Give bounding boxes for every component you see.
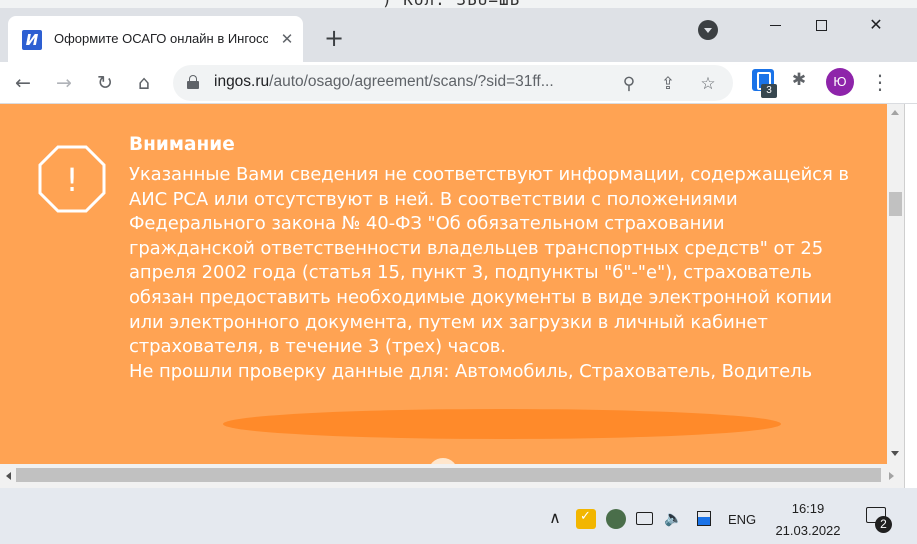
notice-body: Указанные Вами сведения не соответствуют… [129, 163, 854, 384]
extensions-puzzle-icon[interactable]: ✱ [789, 70, 809, 90]
new-tab-button[interactable]: + [320, 24, 348, 52]
extension-badge: 3 [761, 84, 777, 98]
scroll-up-arrow-icon[interactable] [891, 110, 899, 115]
forward-button[interactable]: → [51, 70, 77, 96]
browser-menu-icon[interactable]: ⋮ [868, 68, 892, 96]
minimize-button[interactable] [752, 8, 798, 42]
scroll-left-arrow-icon[interactable] [6, 472, 11, 480]
maximize-icon [815, 20, 827, 31]
scroll-down-arrow-icon[interactable] [891, 451, 899, 456]
url-host: ingos.ru [214, 73, 270, 90]
notifications-button[interactable]: 2 [866, 507, 892, 533]
redaction-mark [223, 409, 781, 439]
warning-octagon-icon: ! [38, 145, 106, 213]
vertical-scroll-thumb[interactable] [889, 192, 902, 216]
address-url[interactable]: ingos.ru/auto/osago/agreement/scans/?sid… [214, 73, 604, 91]
minimize-icon [769, 24, 781, 27]
horizontal-scroll-thumb[interactable] [16, 468, 881, 482]
clock-date[interactable]: 21.03.2022 [770, 523, 846, 538]
notice-check-failed: Не прошли проверку данные для: Автомобил… [129, 360, 813, 382]
back-button[interactable]: ← [10, 70, 36, 96]
notice-title: Внимание [129, 134, 235, 155]
tray-globe-icon[interactable] [606, 509, 626, 529]
language-indicator[interactable]: ENG [728, 512, 756, 527]
warning-exclamation: ! [66, 161, 79, 199]
network-icon[interactable] [636, 512, 653, 525]
tab-close-icon[interactable]: ✕ [278, 30, 296, 48]
lock-icon[interactable] [187, 75, 199, 89]
clock-time[interactable]: 16:19 [788, 501, 828, 516]
notification-count: 2 [875, 516, 892, 533]
zoom-icon[interactable]: ⚲ [618, 73, 640, 95]
battery-icon[interactable] [697, 511, 711, 526]
tab-search-icon[interactable] [698, 20, 718, 40]
profile-avatar[interactable]: Ю [826, 68, 854, 96]
ingos-favicon-icon: И [22, 30, 42, 50]
close-window-button[interactable]: ✕ [853, 8, 899, 42]
tab-active[interactable]: И Оформите ОСАГО онлайн в Ингосстрах ✕ [8, 16, 303, 62]
volume-icon[interactable]: 🔈 [664, 508, 683, 528]
tray-app-icon[interactable] [576, 509, 596, 529]
horizontal-scrollbar[interactable] [0, 464, 904, 488]
maximize-button[interactable] [798, 8, 844, 42]
notice-message: Указанные Вами сведения не соответствуют… [129, 164, 849, 358]
browser-toolbar: ← → ↻ ⌂ ingos.ru/auto/osago/agreement/sc… [0, 62, 917, 104]
tab-title: Оформите ОСАГО онлайн в Ингосстрах [54, 31, 268, 46]
tray-overflow-chevron-icon[interactable]: ∧ [545, 508, 565, 528]
windows-taskbar: ∧ 🔈 ENG 16:19 21.03.2022 2 [0, 488, 917, 544]
window-right-edge [904, 104, 917, 488]
bookmark-star-icon[interactable]: ☆ [697, 73, 719, 95]
vertical-scrollbar[interactable] [887, 104, 904, 464]
url-path: /auto/osago/agreement/scans/?sid=31ff... [269, 73, 554, 90]
share-icon[interactable]: ⇪ [657, 73, 679, 95]
home-button[interactable]: ⌂ [131, 70, 157, 96]
address-bar[interactable]: ingos.ru/auto/osago/agreement/scans/?sid… [173, 65, 733, 101]
scroll-right-arrow-icon[interactable] [889, 472, 894, 480]
reload-button[interactable]: ↻ [92, 70, 118, 96]
